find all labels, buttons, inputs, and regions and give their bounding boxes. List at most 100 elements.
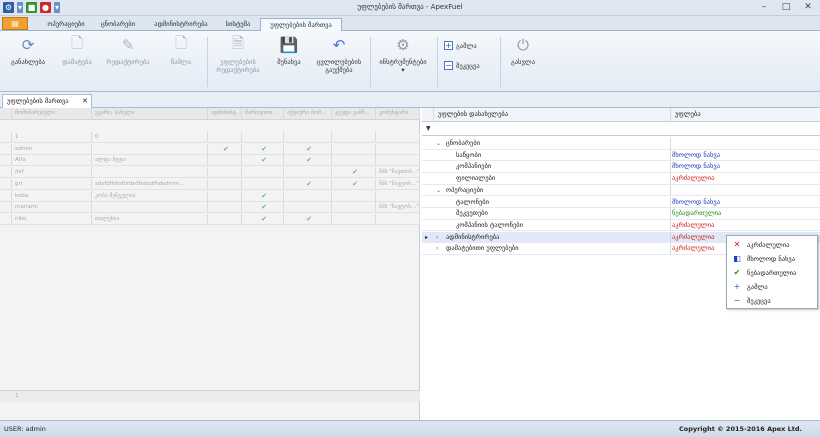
permission-value[interactable]: აკრძალულია	[672, 232, 714, 243]
table-row[interactable]: admin ✔ ✔ ✔	[0, 143, 420, 155]
col-active[interactable]: აქტიური მომ...	[284, 108, 332, 119]
col-group[interactable]: ჯგუფი გამმ...	[332, 108, 376, 119]
check-icon: ✔	[352, 168, 358, 177]
column-divider	[670, 149, 671, 161]
tree-row[interactable]: შეკვეთები ნებადართულია	[422, 208, 820, 220]
tree-row[interactable]: საწყობი მხოლოდ ნახვა	[422, 149, 820, 162]
instruments-label: ინსტრუმენტები	[379, 58, 427, 66]
edit-button[interactable]: ✎ რედაქტირება	[102, 35, 154, 89]
expand-toggle-icon[interactable]: ⌄	[436, 185, 441, 196]
delete-document-icon: 🗋	[174, 33, 188, 52]
cell-flag	[332, 202, 376, 213]
tree-row[interactable]: კომპანიის ტალონები აკრძალულია	[422, 219, 820, 232]
table-row[interactable]: grr sdsfdfhfsdhfdsdfsdsdfhdsdmm... ✔ ✔ შპს "…	[0, 178, 420, 190]
refresh-label: განახლება	[10, 58, 46, 66]
permission-value[interactable]: მხოლოდ ნახვა	[672, 197, 720, 208]
cell-flag	[208, 132, 242, 142]
permission-value[interactable]: მხოლოდ ნახვა	[672, 150, 720, 161]
cell-flag: ✔	[242, 143, 284, 154]
cell-flag: ✔	[208, 143, 242, 154]
refresh-button[interactable]: ⟳ განახლება	[6, 35, 50, 89]
maximize-button[interactable]: □	[776, 1, 796, 14]
app-menu-icon: ▤	[11, 19, 19, 28]
table-row[interactable]: mariami ✔ შპს "ნავტოხ..."	[0, 202, 420, 214]
cell-flag: ✔	[242, 213, 284, 224]
permission-value[interactable]: აკრძალულია	[672, 220, 714, 231]
ribbon-tabbar: ▤ ოპერაციები ცნობარები ადმინისტრირება სი…	[0, 16, 820, 31]
power-icon: ⏻	[517, 36, 529, 54]
tree-row[interactable]: კომპანიები მხოლოდ ნახვა	[422, 161, 820, 173]
close-button[interactable]: ✕	[798, 1, 818, 14]
cell-flag	[332, 155, 376, 166]
application-menu-button[interactable]: ▤	[2, 17, 28, 30]
expand-toggle-icon[interactable]: ›	[436, 232, 438, 243]
add-button[interactable]: 🗋 დამატება	[58, 34, 96, 89]
cell-fullname	[92, 202, 208, 213]
table-row[interactable]: niko თილეხია ✔ ✔	[0, 213, 420, 225]
expand-button[interactable]: + გაშლა	[444, 39, 477, 52]
col-admin[interactable]: ადმინისტ...	[208, 108, 242, 119]
cell-flag: ✔	[284, 213, 332, 224]
expand-toggle-icon[interactable]: ⌄	[436, 138, 441, 149]
expand-toggle-icon[interactable]: ›	[436, 243, 438, 254]
col-manager[interactable]: მართვითი...	[242, 108, 284, 119]
minimize-button[interactable]: –	[754, 1, 774, 14]
undo-label-2: გაუქმება	[325, 66, 353, 74]
save-button[interactable]: 💾 შენახვა	[270, 35, 308, 89]
col-permission[interactable]: უფლება	[671, 108, 820, 122]
permission-value[interactable]: აკრძალულია	[672, 173, 714, 184]
cell-flag	[332, 132, 376, 142]
cell-flag: ✔	[332, 178, 376, 189]
table-row[interactable]: Alfa ალფა ზედა ✔ ✔	[0, 155, 420, 167]
close-icon[interactable]: ✕	[82, 95, 88, 107]
table-row[interactable]: 10	[0, 132, 420, 143]
cell-fullname: ალფა ზედა	[92, 155, 208, 166]
permission-value[interactable]: აკრძალულია	[672, 243, 714, 254]
permission-value[interactable]: მხოლოდ ნახვა	[672, 161, 720, 172]
filter-row[interactable]: ▼	[422, 122, 820, 136]
exit-button[interactable]: ⏻ გასვლა	[505, 35, 541, 89]
expand-label: გაშლა	[456, 41, 477, 50]
edit-rights-button[interactable]: 🗎 უფლებების რედაქტირება	[212, 34, 264, 89]
undo-changes-button[interactable]: ↶ ცვლილებების გაუქმება	[312, 35, 366, 89]
tab-operations[interactable]: ოპერაციები	[40, 18, 92, 31]
tab-references[interactable]: ცნობარები	[92, 18, 144, 31]
context-menu-item[interactable]: ◧ მხოლოდ ნახვა	[727, 252, 817, 266]
tree-row[interactable]: ⌄ ცნობარები	[422, 138, 820, 150]
tab-system[interactable]: სისტემა	[218, 18, 258, 31]
cell-flag: ✔	[284, 178, 332, 189]
col-right-name[interactable]: უფლების დასახელება	[434, 108, 671, 122]
cell-flag	[284, 202, 332, 213]
collapse-button[interactable]: − შეკეცვა	[444, 59, 480, 72]
tab-rights-management[interactable]: უფლებების მართვა	[260, 18, 342, 31]
tree-row[interactable]: ტალონები მხოლოდ ნახვა	[422, 196, 820, 208]
doc-tab-rights[interactable]: უფლებების მართვა ✕	[2, 94, 92, 108]
table-row[interactable]: koba კობა შენგელია ✔	[0, 190, 420, 202]
context-menu-item[interactable]: − შეკეცვა	[727, 294, 817, 308]
tree-node-label: ცნობარები	[446, 139, 481, 147]
permission-value[interactable]: ნებადართულია	[672, 208, 721, 219]
cell-login: grr	[12, 178, 92, 189]
save-label: შენახვა	[277, 58, 301, 66]
undo-label-1: ცვლილებების	[316, 58, 362, 66]
cell-login: mariami	[12, 202, 92, 213]
col-comment[interactable]: კომენტარი	[376, 108, 420, 119]
tree-row[interactable]: ფილიალები აკრძალულია	[422, 173, 820, 185]
col-login[interactable]: მომხმარებელი	[12, 108, 92, 119]
status-copyright: Copyright © 2015-2016 Apex Ltd.	[678, 425, 802, 433]
document-tabbar: უფლებების მართვა ✕	[0, 92, 820, 108]
tab-administration[interactable]: ადმინისტრირება	[145, 18, 217, 31]
context-menu-item[interactable]: ✕ აკრძალულია	[727, 238, 817, 252]
menu-item-icon: −	[733, 296, 741, 305]
table-row[interactable]: def ✔ შპს "ნავთობ..."	[0, 167, 420, 179]
context-menu-item[interactable]: ✔ ნებადართულია	[727, 266, 817, 280]
collapse-icon: −	[444, 61, 453, 70]
tree-row[interactable]: ⌄ ოპერაციები	[422, 184, 820, 197]
delete-button[interactable]: 🗋 წაშლა	[160, 33, 202, 89]
ribbon-separator	[207, 37, 208, 87]
cell-comment: შპს "ნავტოხ..."	[376, 202, 420, 213]
context-menu-item[interactable]: + გაშლა	[727, 280, 817, 294]
instruments-button[interactable]: ⚙ ინსტრუმენტები ▾	[374, 35, 432, 89]
ribbon-separator	[500, 37, 501, 87]
col-fullname[interactable]: გვარი, სახელი	[92, 108, 208, 119]
